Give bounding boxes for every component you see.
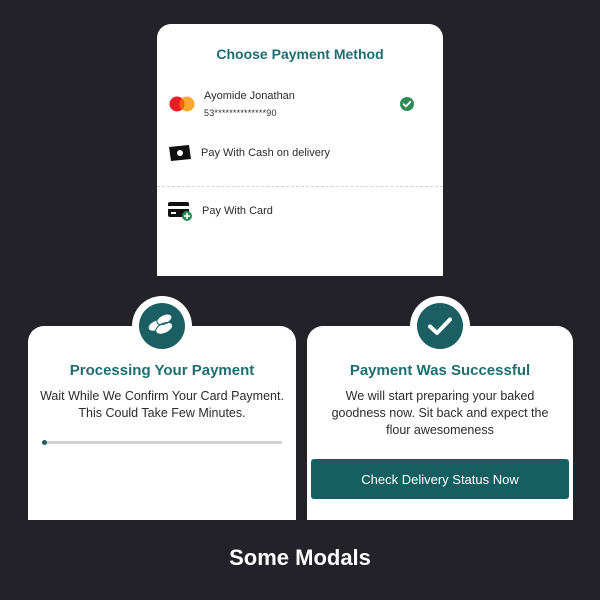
card-holder-name: Ayomide Jonathan (204, 90, 295, 102)
payment-option-mastercard[interactable]: Ayomide Jonathan 53**************90 (157, 86, 443, 126)
success-badge (410, 296, 470, 356)
mastercard-icon (169, 96, 195, 117)
processing-title: Processing Your Payment (69, 362, 255, 379)
check-delivery-status-button[interactable]: Check Delivery Status Now (311, 459, 569, 499)
success-title: Payment Was Successful (349, 362, 531, 379)
selected-check-icon (400, 97, 414, 116)
success-message: We will start preparing your baked goodn… (331, 389, 549, 437)
page-title: Some Modals (229, 545, 371, 570)
processing-payment-modal: Processing Your Payment Wait While We Co… (28, 296, 296, 520)
coins-icon (139, 303, 185, 349)
processing-badge (132, 296, 192, 356)
payment-success-modal: Payment Was Successful We will start pre… (307, 296, 573, 520)
progress-bar (42, 440, 282, 445)
option-divider (157, 186, 443, 187)
payment-method-modal: Choose Payment Method Ayomide Jonathan 5… (157, 24, 443, 276)
check-icon (417, 303, 463, 349)
payment-option-card[interactable]: Pay With Card (157, 199, 443, 223)
card-option-label: Pay With Card (202, 205, 273, 217)
cash-icon (168, 144, 192, 167)
processing-message: Wait While We Confirm Your Card Payment.… (40, 389, 284, 420)
payment-modal-title: Choose Payment Method (216, 46, 384, 62)
payment-option-cash[interactable]: Pay With Cash on delivery (157, 142, 443, 166)
card-number: 53**************90 (204, 108, 277, 118)
add-card-icon (167, 200, 193, 227)
progress-bar-fill (42, 440, 47, 445)
cash-option-label: Pay With Cash on delivery (201, 147, 330, 159)
